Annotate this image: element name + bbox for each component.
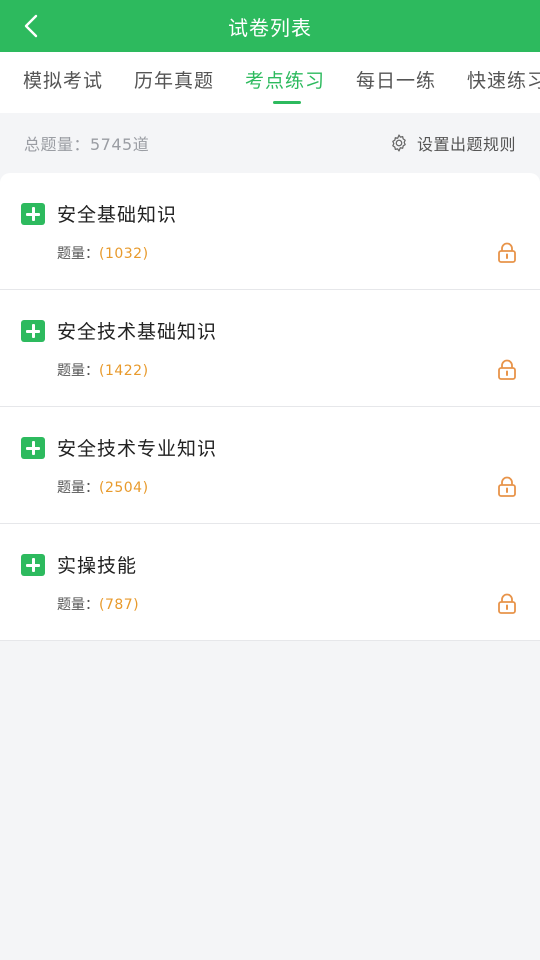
list-item[interactable]: 实操技能 题量：(787) [0,524,540,641]
count-value: (1422) [99,363,149,379]
section-list: 安全基础知识 题量：(1032) 安全技术基础知识 题量：(1422) 安全技术… [0,173,540,641]
question-count: 题量：(1422) [57,360,149,380]
tab-mock-exam[interactable]: 模拟考试 [23,66,103,93]
count-label: 题量： [57,480,99,496]
total-question-count: 总题量：5745道 [24,135,150,154]
count-label: 题量： [57,597,99,613]
tab-topic-practice[interactable]: 考点练习 [245,66,325,93]
section-title: 安全技术专业知识 [57,438,218,460]
question-count: 题量：(2504) [57,477,149,497]
list-item[interactable]: 安全技术基础知识 题量：(1422) [0,290,540,407]
count-value: (1032) [99,246,149,262]
active-tab-indicator [273,101,301,104]
tab-daily-practice[interactable]: 每日一练 [356,66,436,93]
set-rules-label: 设置出题规则 [416,135,516,154]
tab-bar: 模拟考试 历年真题 考点练习 每日一练 快速练习 [0,52,540,113]
plus-square-icon[interactable] [21,203,45,225]
section-title: 安全技术基础知识 [57,321,218,343]
plus-square-icon[interactable] [21,320,45,342]
list-item[interactable]: 安全技术专业知识 题量：(2504) [0,407,540,524]
summary-bar: 总题量：5745道 设置出题规则 [0,113,540,173]
lock-icon [498,593,516,614]
section-title: 安全基础知识 [57,204,178,226]
lock-icon [498,242,516,263]
question-count: 题量：(1032) [57,243,149,263]
lock-icon [498,359,516,380]
count-label: 题量： [57,246,99,262]
plus-square-icon[interactable] [21,437,45,459]
lock-icon [498,476,516,497]
page-title: 试卷列表 [228,15,312,40]
top-bar: 试卷列表 [0,0,540,52]
chevron-left-icon [24,14,38,38]
gear-icon [392,134,406,152]
question-count: 题量：(787) [57,594,139,614]
list-item[interactable]: 安全基础知识 题量：(1032) [0,173,540,290]
count-value: (2504) [99,480,149,496]
plus-square-icon[interactable] [21,554,45,576]
back-button[interactable] [14,8,50,44]
tab-quick-practice[interactable]: 快速练习 [467,66,540,93]
section-title: 实操技能 [57,555,138,577]
count-label: 题量： [57,363,99,379]
tab-past-papers[interactable]: 历年真题 [134,66,214,93]
set-rules-button[interactable]: 设置出题规则 [389,131,516,155]
count-value: (787) [99,597,140,613]
